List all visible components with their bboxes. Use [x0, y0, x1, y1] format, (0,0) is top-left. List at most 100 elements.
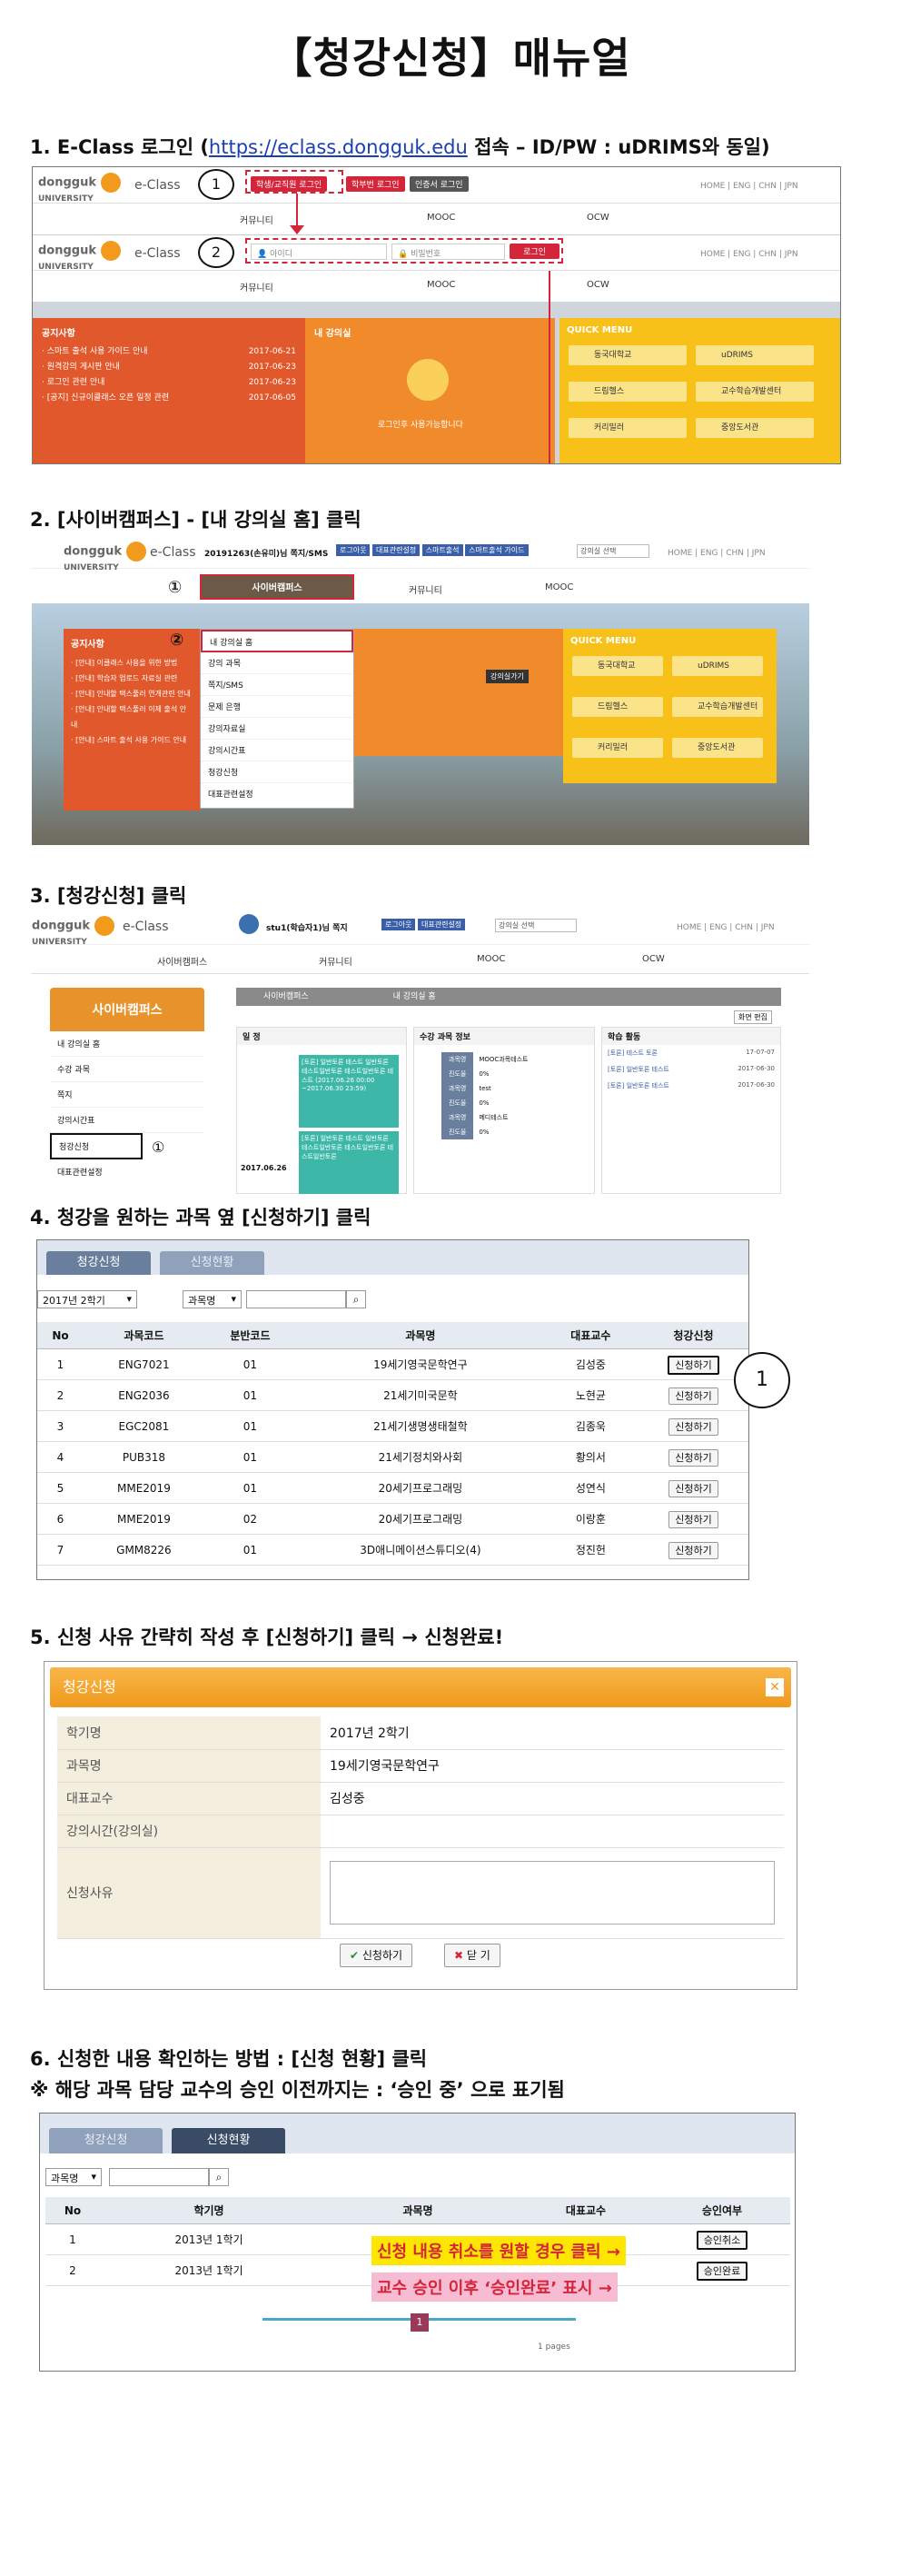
dropdown-materials[interactable]: 강의자료실 — [201, 718, 353, 740]
apply-button[interactable]: 신청하기 — [668, 1479, 718, 1497]
activity-item[interactable]: [토론] 일반토론 테스트 2017-06-30 — [602, 1078, 780, 1094]
crumb-1[interactable]: 사이버캠퍼스 — [263, 992, 309, 1001]
menu-mooc[interactable]: MOOC — [427, 213, 455, 223]
class-select-3[interactable]: 강의실 선택 — [495, 919, 577, 932]
menu-community-3[interactable]: 커뮤니티 — [319, 954, 352, 968]
notice-item[interactable]: · [안내] 스마트 출석 사용 가이드 안내 — [71, 732, 193, 748]
apply-button[interactable]: 신청하기 — [668, 1355, 719, 1375]
eclass-link[interactable]: https://eclass.dongguk.edu — [209, 136, 468, 158]
apply-button[interactable]: 신청하기 — [668, 1417, 718, 1436]
notice-item[interactable]: · [안내] 안내할 택스풀러 이제 출석 안내 — [71, 701, 193, 732]
quick-ctl-2[interactable]: 교수학습개발센터 — [672, 697, 763, 717]
field-select[interactable]: 과목명 ▾ — [183, 1290, 242, 1308]
page-1-button[interactable]: 1 — [411, 2313, 429, 2332]
activity-item[interactable]: [토론] 테스트 토론 17-07-07 — [602, 1045, 780, 1061]
dropdown-sms[interactable]: 쪽지/SMS — [201, 674, 353, 696]
smart-guide-button[interactable]: 스마트출석 가이드 — [465, 544, 529, 556]
schedule-card[interactable]: [토론] 일반토론 테스트 일반토론 테스트일반토론 테스트일반토론 테스트일반… — [299, 1131, 399, 1194]
menu-ocw[interactable]: OCW — [587, 213, 609, 223]
dropdown-courses[interactable]: 강의 과목 — [201, 652, 353, 674]
cancel-approval-button[interactable]: 승인취소 — [696, 2230, 748, 2250]
notice-item[interactable]: · [공지] 신규이클래스 오픈 일정 관련 2017-06-05 — [42, 391, 296, 406]
menu-community-2[interactable]: 커뮤니티 — [409, 582, 442, 596]
quick-dreamhealth-2[interactable]: 드림헬스 — [572, 697, 663, 717]
side-item-courses[interactable]: 수강 과목 — [50, 1057, 204, 1082]
close-icon[interactable]: ✕ — [766, 1678, 784, 1696]
menu-cybercampus-3[interactable]: 사이버캠퍼스 — [157, 954, 207, 968]
side-item-audit[interactable]: 청강신청 — [50, 1133, 143, 1159]
notice-item[interactable]: · [안내] 안내할 택스풀러 연개관련 안내 — [71, 686, 193, 701]
notice-item[interactable]: · 로그인 관련 안내 2017-06-23 — [42, 375, 296, 391]
notice-item[interactable]: · [안내] 학습자 업로드 자료실 관련 — [71, 671, 193, 686]
menu-cybercampus[interactable]: 사이버캠퍼스 — [200, 574, 354, 600]
lang-nav-3[interactable]: HOME | ENG | CHN | JPN — [677, 923, 775, 932]
quick-udrims[interactable]: uDRIMS — [696, 345, 814, 365]
notice-item[interactable]: · [안내] 이클래스 사용을 위한 방법 — [71, 655, 193, 671]
step6-note: ※ 해당 과목 담당 교수의 승인 이전까지는 : ‘승인 중’ 으로 표기됨 — [30, 2079, 565, 2101]
notice-item[interactable]: · 스마트 출석 사용 가이드 안내 2017-06-21 — [42, 344, 296, 360]
crumb-2[interactable]: 내 강의실 홈 — [393, 992, 436, 1001]
menu-community-b[interactable]: 커뮤니티 — [240, 280, 273, 293]
table-row: 5 MME2019 01 20세기프로그래밍 성연식 신청하기 — [37, 1472, 748, 1504]
search-icon[interactable]: ⌕ — [209, 2168, 229, 2186]
side-item-timetable[interactable]: 강의시간표 — [50, 1108, 204, 1133]
apply-button[interactable]: 신청하기 — [668, 1387, 718, 1405]
apply-button[interactable]: 신청하기 — [668, 1541, 718, 1559]
tab-audit-apply-6[interactable]: 청강신청 — [49, 2128, 163, 2153]
lang-nav-2[interactable]: HOME | ENG | CHN | JPN — [668, 549, 766, 558]
reason-textarea[interactable] — [330, 1861, 775, 1925]
menu-mooc-2[interactable]: MOOC — [545, 582, 573, 592]
cert-login-button[interactable]: 인증서 로그인 — [410, 176, 469, 192]
quick-library-2[interactable]: 중앙도서관 — [672, 738, 763, 758]
step6-heading: 6. 신청한 내용 확인하는 방법 : [신청 현황] 클릭 — [30, 2048, 428, 2070]
quick-dreamhealth[interactable]: 드림헬스 — [569, 382, 687, 402]
apply-button[interactable]: 신청하기 — [668, 1448, 718, 1467]
cell-code: EGC2081 — [83, 1410, 204, 1442]
side-item-messages[interactable]: 쪽지 — [50, 1082, 204, 1108]
settings-button-3[interactable]: 대표관련설정 — [418, 919, 466, 930]
logout-button[interactable]: 로그아웃 — [336, 544, 371, 556]
edit-layout-button[interactable]: 화면 편집 — [734, 1010, 772, 1024]
dropdown-question-bank[interactable]: 문제 은행 — [201, 696, 353, 718]
dropdown-audit[interactable]: 청강신청 — [201, 761, 353, 783]
quick-udrims-2[interactable]: uDRIMS — [672, 656, 763, 676]
quick-dongguk-2[interactable]: 동국대학교 — [572, 656, 663, 676]
quick-library[interactable]: 중앙도서관 — [696, 418, 814, 438]
close-button[interactable]: ✖ 닫 기 — [444, 1944, 500, 1967]
tab-audit-status[interactable]: 신청현황 — [160, 1251, 264, 1275]
tab-audit-apply[interactable]: 청강신청 — [46, 1251, 151, 1275]
dropdown-myclass-home[interactable]: 내 강의실 홈 — [201, 630, 353, 652]
menu-mooc-3[interactable]: MOOC — [477, 954, 505, 964]
menu-ocw-b[interactable]: OCW — [587, 280, 609, 290]
lang-nav-b[interactable]: HOME | ENG | CHN | JPN — [700, 250, 798, 259]
submit-button[interactable]: ✔ 신청하기 — [340, 1944, 413, 1967]
field-select-6[interactable]: 과목명 ▾ — [45, 2168, 102, 2186]
go-class-button[interactable]: 강의실가기 — [486, 670, 529, 683]
dropdown-settings[interactable]: 대표관련설정 — [201, 783, 353, 805]
quick-dongguk[interactable]: 동국대학교 — [569, 345, 687, 365]
search-input[interactable] — [246, 1290, 346, 1308]
side-item-settings[interactable]: 대표관련설정 — [50, 1159, 204, 1184]
smart-attend-button[interactable]: 스마트출석 — [421, 544, 463, 556]
quick-ctl[interactable]: 교수학습개발센터 — [696, 382, 814, 402]
side-item-home[interactable]: 내 강의실 홈 — [50, 1031, 204, 1057]
schedule-card[interactable]: [토론] 일반토론 테스트 일반토론 테스트일반토론 테스트일반토론 테스트 (… — [299, 1055, 399, 1128]
menu-ocw-3[interactable]: OCW — [642, 954, 665, 964]
search-icon[interactable]: ⌕ — [346, 1290, 366, 1308]
class-select[interactable]: 강의실 선택 — [577, 544, 649, 558]
menu-mooc-b[interactable]: MOOC — [427, 280, 455, 290]
quick-career[interactable]: 커리밀러 — [569, 418, 687, 438]
lang-nav[interactable]: HOME | ENG | CHN | JPN — [700, 182, 798, 191]
quick-career-2[interactable]: 커리밀러 — [572, 738, 663, 758]
search-input-6[interactable] — [109, 2168, 209, 2186]
dropdown-timetable[interactable]: 강의시간표 — [201, 740, 353, 761]
activity-item[interactable]: [토론] 일반토론 테스트 2017-06-30 — [602, 1061, 780, 1078]
settings-button[interactable]: 대표관련설정 — [372, 544, 421, 556]
semester-select[interactable]: 2017년 2학기 ▾ — [37, 1290, 137, 1308]
notice-item[interactable]: · 원격강의 게시판 안내 2017-06-23 — [42, 360, 296, 375]
hakbun-login-button[interactable]: 학부번 로그인 — [346, 176, 405, 192]
menu-community[interactable]: 커뮤니티 — [240, 213, 273, 226]
logout-button-3[interactable]: 로그아웃 — [381, 919, 416, 930]
apply-button[interactable]: 신청하기 — [668, 1510, 718, 1528]
tab-audit-status-6[interactable]: 신청현황 — [172, 2128, 285, 2153]
